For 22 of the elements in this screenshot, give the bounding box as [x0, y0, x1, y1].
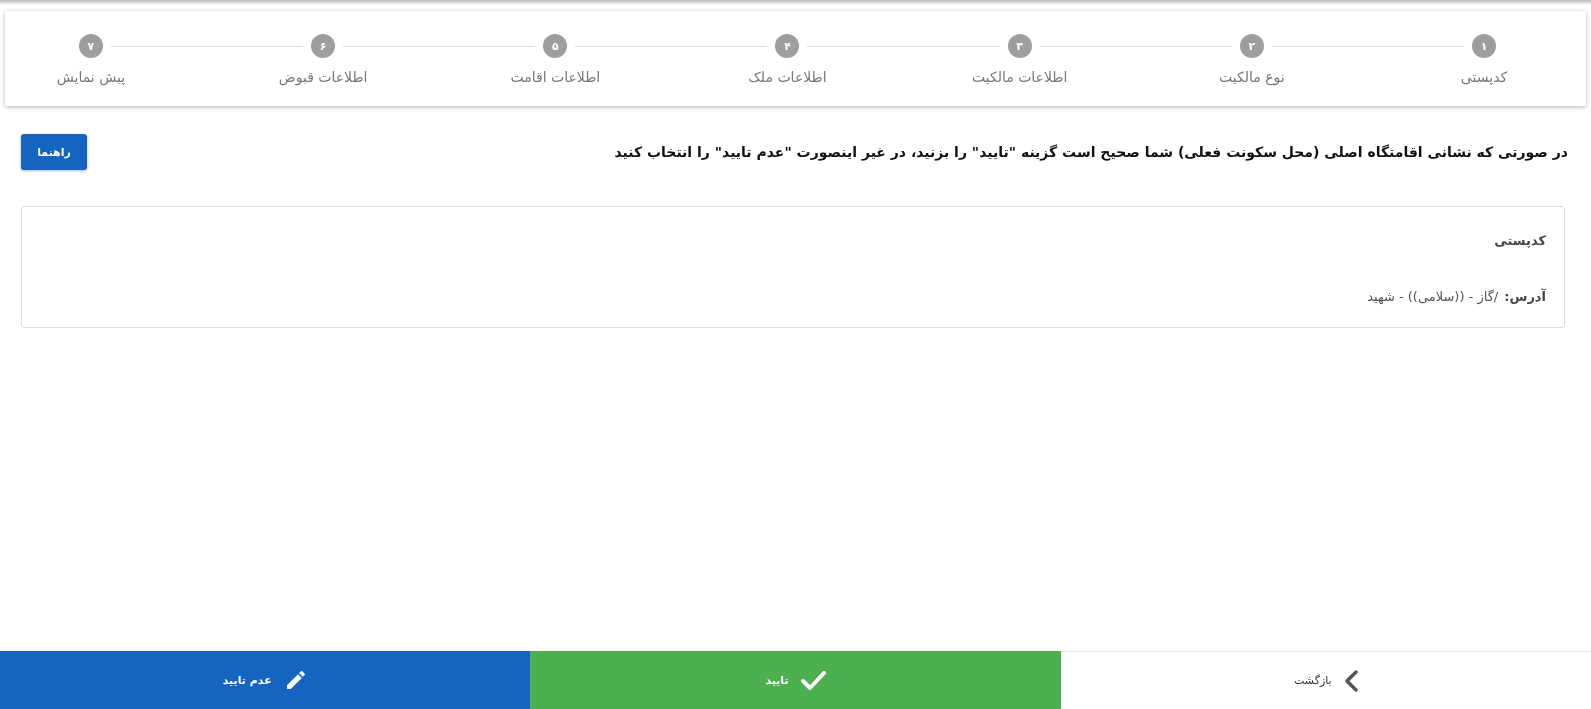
step-label: اطلاعات ملک — [748, 68, 827, 87]
help-button[interactable]: راهنما — [21, 134, 87, 170]
step-label: کدپستی — [1460, 68, 1508, 87]
step-number: ۳ — [1007, 34, 1032, 58]
step-number: ۵ — [543, 34, 568, 58]
step-label: اطلاعات مالکیت — [971, 68, 1068, 87]
step-number: ۴ — [775, 34, 800, 58]
step-number: ۶ — [311, 34, 336, 58]
step-label: پیش نمایش — [56, 68, 126, 87]
check-icon — [800, 670, 826, 690]
step-label: اطلاعات قبوض — [278, 68, 368, 87]
reject-button[interactable]: عدم تایید — [0, 651, 531, 709]
field-label: آدرس: — [1504, 287, 1546, 306]
instruction-text: در صورتی که نشانی اقامتگاه اصلی (محل سکونت فعلی) شما صحیح است گزینه "تایید" را بزنید، در غیر اینصورت "عدم تایید" را انتخاب کنید — [614, 144, 1568, 160]
field-label: کدپستی — [1494, 232, 1546, 250]
step-number: ۲ — [1239, 34, 1264, 58]
step-label: نوع مالکیت — [1219, 68, 1285, 87]
field-value: /گاز - ((سلامی)) - شهید — [1367, 288, 1499, 307]
chevron-left-icon — [1343, 669, 1358, 692]
step-number: ۷ — [78, 34, 103, 58]
step-number: ۱ — [1472, 34, 1496, 58]
step-label: اطلاعات اقامت — [510, 68, 601, 87]
